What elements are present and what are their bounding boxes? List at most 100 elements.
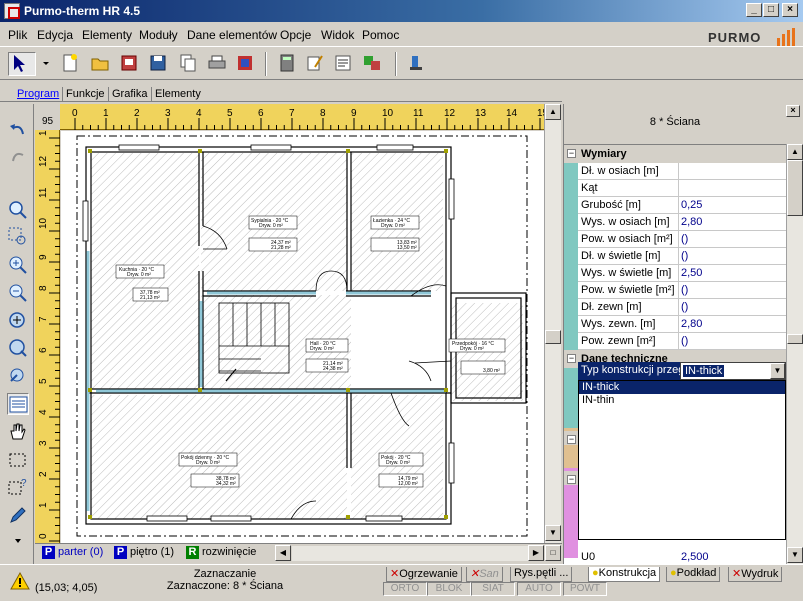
property-row[interactable]: Pow. zewn [m²] () [564, 333, 786, 350]
flag-siat[interactable]: SIAT [471, 582, 515, 596]
property-row[interactable]: Wys. w osiach [m] 2,80 [564, 214, 786, 231]
menu-plik[interactable]: Plik [8, 28, 27, 42]
tab-konstrukcja[interactable]: ●Konstrukcja [588, 567, 661, 582]
property-row[interactable]: Wys. w świetle [m] 2,50 [564, 265, 786, 282]
tab-funkcje[interactable]: Funkcje [62, 87, 108, 102]
property-value[interactable]: 2,50 [681, 267, 702, 279]
tab-san[interactable]: ✕San [466, 567, 503, 582]
menu-elementy[interactable]: Elementy [82, 28, 132, 42]
property-row[interactable]: Kąt [564, 180, 786, 197]
tab-grafika[interactable]: Grafika [108, 87, 150, 102]
zoom-out-icon[interactable] [7, 282, 29, 304]
canvas-vertical-scrollbar[interactable]: ▲ ▼ [544, 104, 561, 543]
property-value[interactable]: 0,25 [681, 199, 702, 211]
save-icon[interactable] [148, 53, 168, 73]
property-row[interactable]: Dł. w świetle [m] () [564, 248, 786, 265]
property-value[interactable]: () [681, 233, 688, 245]
property-value[interactable]: () [681, 284, 688, 296]
property-value[interactable]: 2,80 [681, 216, 702, 228]
horizontal-scrollbar-track[interactable] [292, 546, 528, 561]
select-dropdown-icon[interactable] [36, 53, 49, 73]
property-row[interactable]: Pow. w osiach [m²] () [564, 231, 786, 248]
tab-program[interactable]: Program [14, 87, 62, 102]
panel-close-button[interactable]: × [786, 105, 800, 117]
calculation-edit-icon[interactable] [305, 53, 325, 73]
menu-widok[interactable]: Widok [321, 28, 354, 42]
menu-edycja[interactable]: Edycja [37, 28, 73, 42]
menu-pomoc[interactable]: Pomoc [362, 28, 399, 42]
more-tools-icon[interactable] [7, 530, 29, 552]
panel-scroll-mark[interactable] [787, 334, 803, 344]
panel-scroll-thumb[interactable] [787, 160, 803, 216]
zoom-window-icon[interactable] [7, 226, 29, 248]
fitting-icon[interactable] [406, 53, 426, 73]
new-file-icon[interactable] [60, 53, 80, 73]
close-button[interactable]: × [782, 3, 798, 17]
option-in-thick[interactable]: IN-thick [579, 381, 785, 394]
select-arrow-icon[interactable] [8, 52, 36, 76]
minimize-button[interactable]: _ [746, 3, 762, 17]
property-row[interactable]: Dł. zewn [m] () [564, 299, 786, 316]
scroll-thumb[interactable] [545, 330, 561, 344]
sheet-tab-pietro[interactable]: Ppiętro (1) [113, 546, 174, 562]
flag-blok[interactable]: BLOK [427, 582, 471, 596]
calculator-icon[interactable] [277, 53, 297, 73]
pan-hand-icon[interactable] [7, 421, 29, 443]
menu-opcje[interactable]: Opcje [280, 28, 311, 42]
open-folder-icon[interactable] [90, 53, 110, 73]
panel-scroll-up[interactable]: ▲ [787, 144, 803, 160]
flag-orto[interactable]: ORTO [383, 582, 427, 596]
property-row[interactable]: Grubość [m] 0,25 [564, 197, 786, 214]
zoom-plus-icon[interactable] [7, 254, 29, 276]
export-icon[interactable] [235, 53, 255, 73]
tab-elementy[interactable]: Elementy [151, 87, 204, 102]
property-row[interactable]: Dł. w osiach [m] [564, 163, 786, 180]
chevron-down-icon[interactable]: ▼ [770, 363, 785, 379]
property-value[interactable]: () [681, 335, 688, 347]
collapse-icon[interactable]: − [567, 354, 576, 363]
zoom-extents-icon[interactable] [7, 337, 29, 359]
zoom-in-icon[interactable] [7, 199, 29, 221]
query-selection-icon[interactable]: ? [7, 476, 29, 498]
floor-plan-canvas[interactable]: Kuchnia · 20 °C Dryw. 0 m² 37,78 m² 21,1… [61, 131, 544, 543]
zoom-previous-icon[interactable] [7, 365, 29, 387]
app-icon[interactable] [4, 3, 20, 19]
property-row[interactable]: Pow. w świetle [m²] () [564, 282, 786, 299]
flag-auto[interactable]: AUTO [517, 582, 561, 596]
panel-scroll-down[interactable]: ▼ [787, 547, 803, 563]
sheet-scroll-right[interactable]: ▶ [528, 545, 544, 561]
property-value[interactable]: () [681, 250, 688, 262]
tab-ogrzewanie[interactable]: ✕Ogrzewanie [386, 567, 462, 582]
sheet-tab-parter[interactable]: Pparter (0) [41, 546, 103, 562]
catalog-icon[interactable] [362, 53, 382, 73]
collapse-icon[interactable]: − [567, 149, 576, 158]
group-collapsed[interactable]: − [564, 471, 578, 485]
select-rectangle-icon[interactable] [7, 449, 29, 471]
property-value[interactable]: 2,80 [681, 318, 702, 330]
menu-dane-elementow[interactable]: Dane elementów [187, 28, 277, 42]
option-in-thin[interactable]: IN-thin [579, 394, 785, 407]
group-wymiary[interactable]: − Wymiary [564, 145, 786, 163]
tab-wydruk[interactable]: ✕Wydruk [728, 567, 783, 582]
sheet-scroll-left[interactable]: ◀ [275, 545, 291, 561]
sheet-tab-rozwiniecie[interactable]: Rrozwinięcie [185, 546, 256, 562]
undo-icon[interactable] [7, 120, 29, 142]
plan-view-icon[interactable] [7, 393, 29, 415]
construction-type-row[interactable]: Typ konstrukcji przegrody IN-thick ▼ [578, 362, 786, 380]
tab-rys-petli[interactable]: Rys.pętli ... [510, 567, 573, 582]
panel-scrollbar[interactable]: ▲ ▼ [786, 144, 803, 564]
flag-powt[interactable]: POWT [563, 582, 607, 596]
view-options-button[interactable]: □ [545, 545, 561, 561]
menu-moduly[interactable]: Moduły [139, 28, 178, 42]
pencil-draw-icon[interactable] [7, 504, 29, 526]
property-row-u0[interactable]: U0 2,500 [578, 551, 786, 563]
group-collapsed[interactable]: − [564, 431, 578, 445]
scroll-up-button[interactable]: ▲ [545, 104, 561, 120]
tab-podklad[interactable]: ●Podkład [666, 567, 721, 582]
copy-icon[interactable] [178, 53, 198, 73]
redo-icon[interactable] [7, 147, 29, 169]
maximize-button[interactable]: □ [763, 3, 779, 17]
property-value[interactable]: () [681, 301, 688, 313]
report-icon[interactable] [333, 53, 353, 73]
open-project-icon[interactable] [119, 53, 139, 73]
